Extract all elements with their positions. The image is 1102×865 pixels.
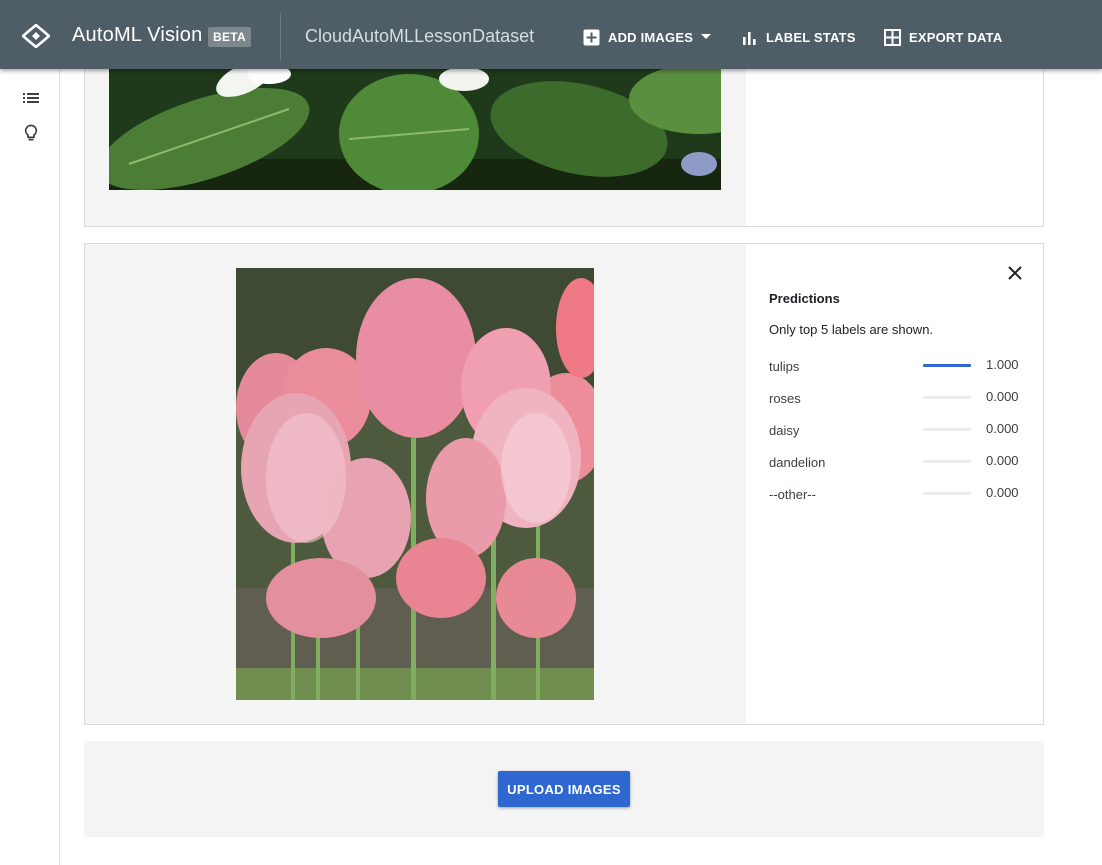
prediction-label: --other-- (769, 487, 816, 502)
prediction-label: tulips (769, 359, 800, 374)
app-header: AutoML Vision BETA CloudAutoMLLessonData… (0, 0, 1102, 69)
chevron-down-icon (701, 34, 712, 39)
tulips-photo[interactable] (236, 268, 594, 700)
prediction-score: 1.000 (986, 357, 1019, 372)
prediction-score: 0.000 (986, 421, 1019, 436)
list-icon[interactable] (22, 89, 40, 107)
upload-area: UPLOAD IMAGES (84, 741, 1044, 837)
left-sidebar (0, 69, 60, 865)
predictions-note: Only top 5 labels are shown. (769, 322, 934, 337)
leaves-photo[interactable] (109, 69, 721, 190)
prediction-label: roses (769, 391, 801, 406)
grid-icon (884, 28, 901, 46)
label-stats-label: LABEL STATS (766, 29, 856, 45)
prediction-score: 0.000 (986, 389, 1019, 404)
dataset-name[interactable]: CloudAutoMLLessonDataset (305, 26, 534, 47)
header-divider (280, 13, 281, 61)
bar-chart-icon (743, 32, 756, 45)
prediction-row: dandelion 0.000 (769, 452, 1021, 472)
add-images-label: ADD IMAGES (608, 29, 694, 45)
score-bar-fill (923, 364, 971, 367)
prediction-score: 0.000 (986, 453, 1019, 468)
prediction-row: tulips 1.000 (769, 356, 1021, 376)
add-images-button[interactable]: ADD IMAGES (583, 27, 719, 47)
prediction-row: --other-- 0.000 (769, 484, 1021, 504)
upload-images-button[interactable]: UPLOAD IMAGES (498, 771, 630, 807)
prediction-row: roses 0.000 (769, 388, 1021, 408)
prediction-label: dandelion (769, 455, 826, 470)
prediction-score: 0.000 (986, 485, 1019, 500)
score-bar (923, 364, 971, 367)
app-title: AutoML Vision (72, 24, 203, 46)
export-data-label: EXPORT DATA (909, 29, 1003, 45)
image-preview-area (85, 244, 746, 724)
prediction-row: daisy 0.000 (769, 420, 1021, 440)
score-bar (923, 428, 971, 431)
close-icon[interactable] (1006, 264, 1024, 282)
score-bar (923, 460, 971, 463)
automl-logo-icon (22, 24, 50, 48)
export-data-button[interactable]: EXPORT DATA (884, 27, 1002, 47)
prediction-label: daisy (769, 423, 800, 438)
score-bar (923, 396, 971, 399)
label-stats-button[interactable]: LABEL STATS (742, 27, 856, 47)
predictions-title: Predictions (769, 291, 840, 306)
beta-badge: BETA (208, 27, 251, 47)
add-box-icon (583, 29, 600, 45)
prediction-card: Predictions Only top 5 labels are shown.… (84, 243, 1044, 725)
lightbulb-icon[interactable] (22, 124, 40, 142)
score-bar (923, 492, 971, 495)
